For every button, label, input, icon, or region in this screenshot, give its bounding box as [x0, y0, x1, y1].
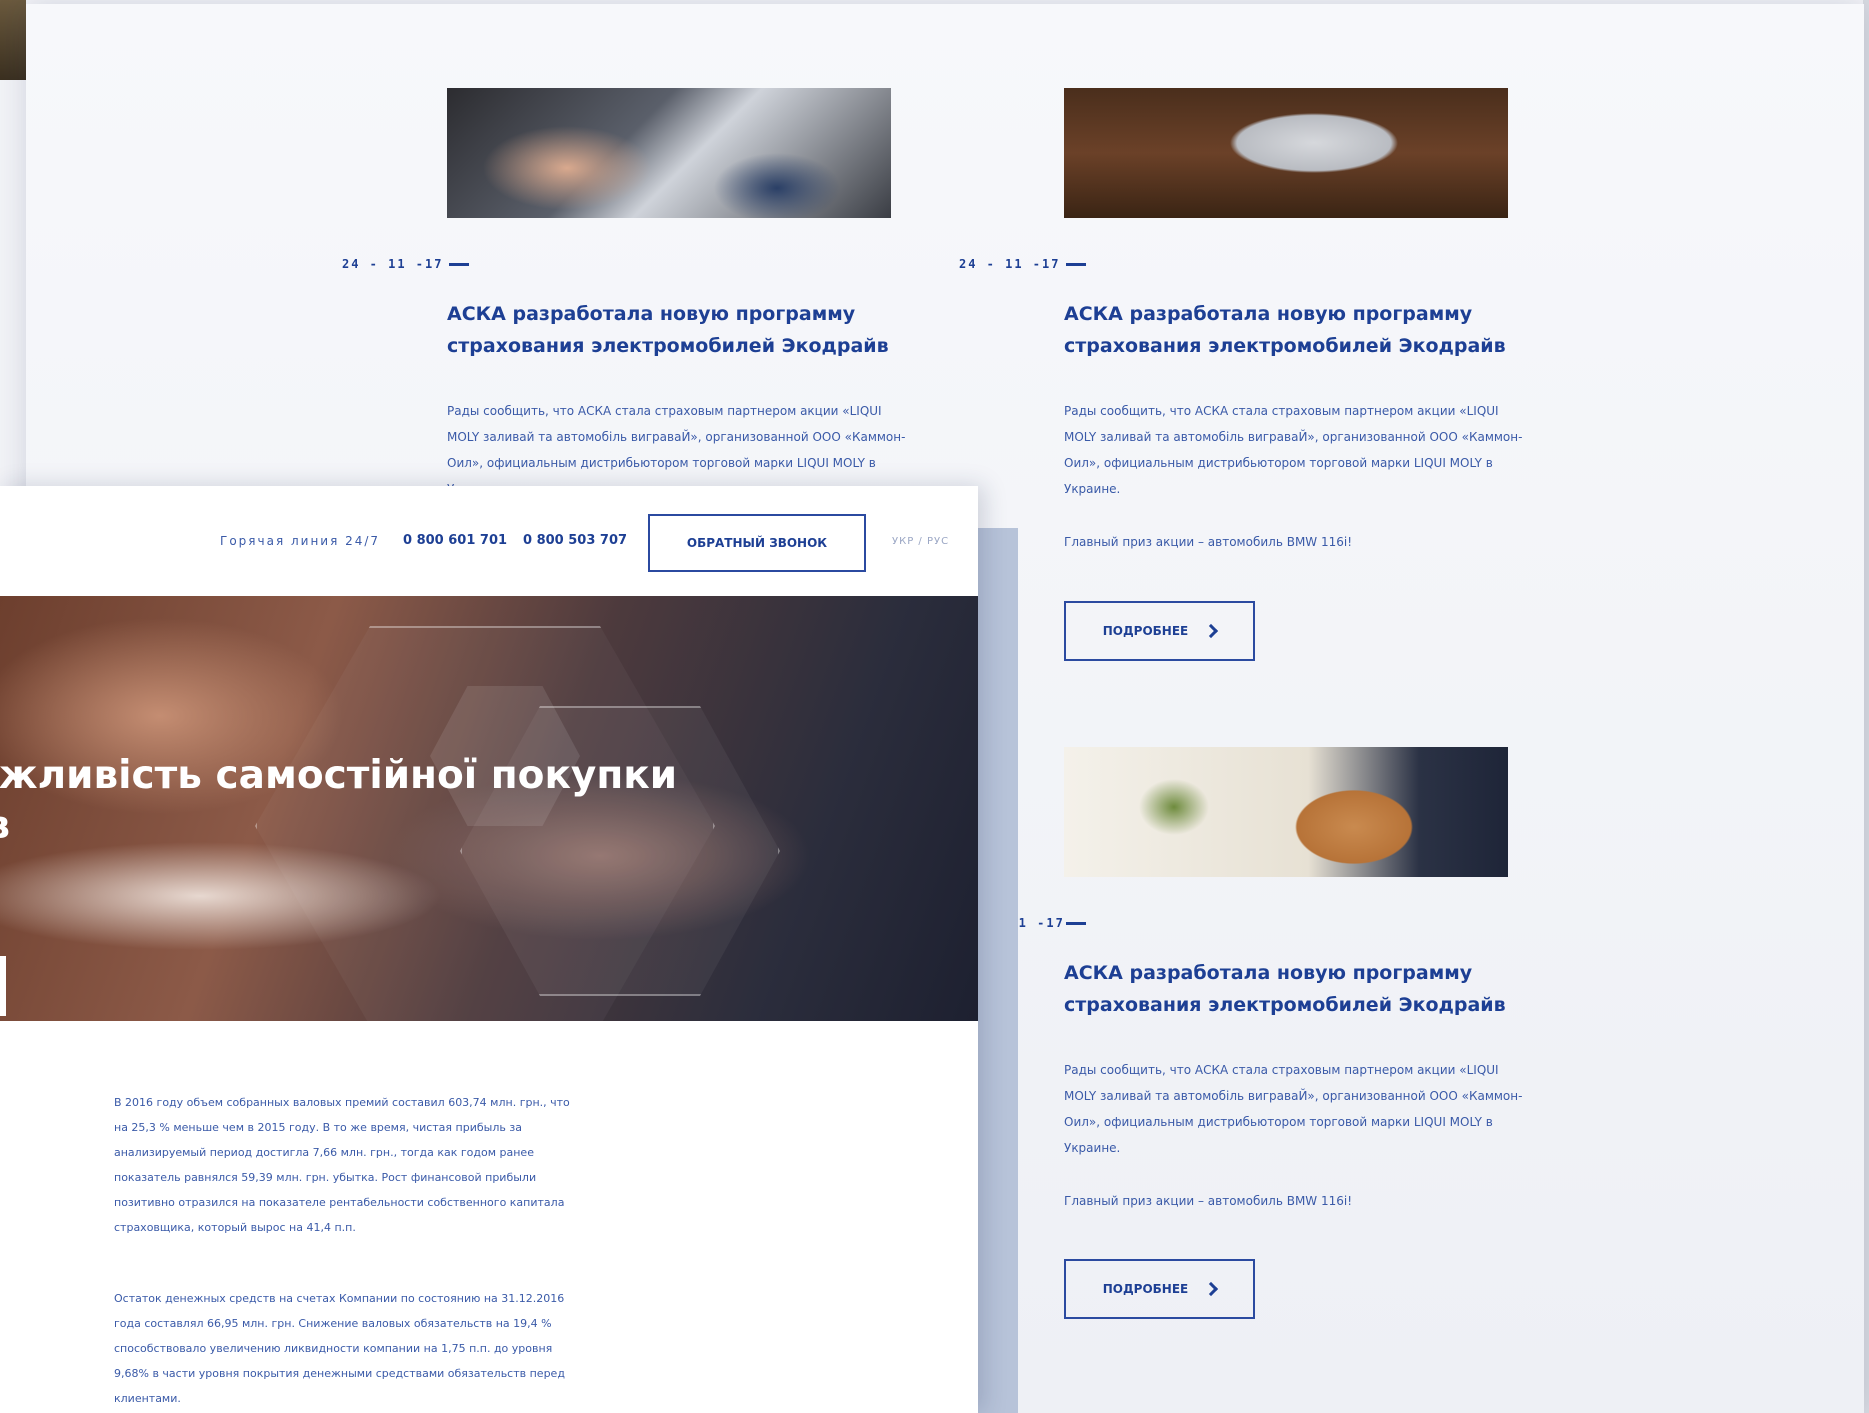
news-prize: Главный приз акции – автомобиль BMW 116i… — [1064, 535, 1353, 549]
hotline-label: Горячая линия 24/7 — [220, 534, 381, 548]
phone-number[interactable]: 0 800 503 707 — [523, 533, 627, 548]
more-button-label: ПОДРОБНЕЕ — [1102, 624, 1189, 638]
news-image[interactable] — [1064, 747, 1508, 877]
callback-button[interactable]: ОБРАТНЫЙ ЗВОНОК — [648, 514, 866, 572]
more-button-label: ПОДРОБНЕЕ — [1102, 1282, 1189, 1296]
language-switcher[interactable]: УКР / РУС — [892, 536, 949, 547]
article-page: Горячая линия 24/7 0 800 601 701 0 800 5… — [0, 486, 978, 1413]
chevron-right-icon — [1204, 623, 1219, 639]
phone-number[interactable]: 0 800 601 701 — [403, 533, 507, 548]
hero-title: ожливість самостійної покупки ів — [0, 753, 678, 848]
news-text: Рады сообщить, что АСКА стала страховым … — [1064, 1063, 1523, 1155]
news-image[interactable] — [1064, 88, 1508, 218]
news-title[interactable]: АСКА разработала новую программу страхов… — [447, 298, 907, 362]
date-dash — [1066, 263, 1086, 266]
chevron-right-icon — [1204, 1281, 1219, 1297]
news-prize: Главный приз акции – автомобиль BMW 116i… — [1064, 1194, 1353, 1208]
article-paragraph: В 2016 году объем собранных валовых прем… — [114, 1096, 570, 1234]
divider — [0, 956, 6, 1016]
news-date: 24 - 11 -17 — [342, 257, 444, 271]
background-photo-edge — [0, 0, 26, 80]
news-title[interactable]: АСКА разработала новую программу страхов… — [1064, 957, 1524, 1021]
more-button[interactable]: ПОДРОБНЕЕ — [1064, 1259, 1255, 1319]
news-image[interactable] — [447, 88, 891, 218]
news-title[interactable]: АСКА разработала новую программу страхов… — [1064, 298, 1524, 362]
news-text: Рады сообщить, что АСКА стала страховым … — [1064, 404, 1523, 496]
news-date: 24 - 11 -17 — [959, 257, 1061, 271]
article-paragraph: Остаток денежных средств на счетах Компа… — [114, 1292, 565, 1405]
vertical-separator — [978, 528, 1018, 1413]
date-dash — [1066, 922, 1086, 925]
date-dash — [449, 263, 469, 266]
hero-banner: ожливість самостійної покупки ів — [0, 596, 978, 1026]
more-button[interactable]: ПОДРОБНЕЕ — [1064, 601, 1255, 661]
header-bar: Горячая линия 24/7 0 800 601 701 0 800 5… — [0, 486, 978, 596]
